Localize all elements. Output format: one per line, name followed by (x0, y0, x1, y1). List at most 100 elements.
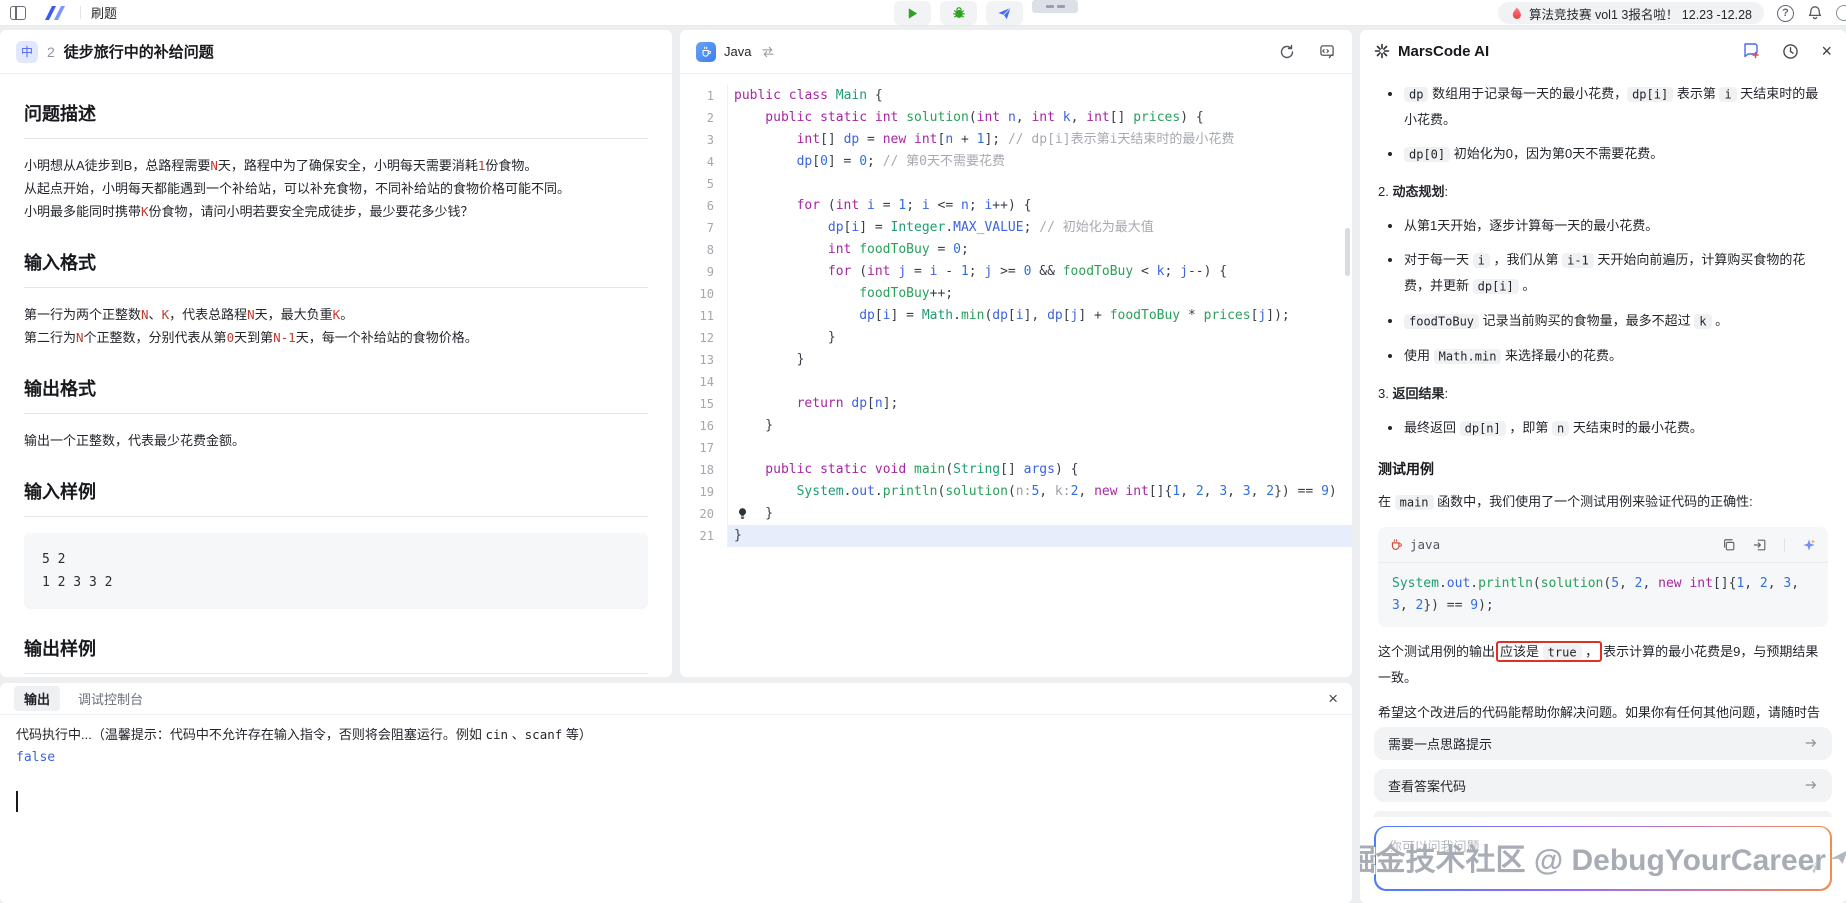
quickfix-bulb-icon[interactable] (736, 506, 749, 525)
language-tab-label[interactable]: Java (724, 44, 751, 59)
ai-bullet-item: dp 数组用于记录每一天的最小花费，dp[i] 表示第 i 天结束时的最小花费。 (1378, 81, 1828, 132)
insert-code-icon[interactable] (1753, 538, 1767, 552)
marscode-logo-icon[interactable] (42, 5, 68, 21)
inline-code: K (141, 204, 149, 219)
code-line[interactable]: 15return dp[n]; (680, 393, 1352, 415)
problem-title: 徒步旅行中的补给问题 (64, 41, 214, 62)
code-line[interactable]: 14 (680, 371, 1352, 393)
suggestion-pill[interactable]: 查看答案代码 (1374, 769, 1832, 802)
inline-code: dp (1404, 87, 1428, 102)
inline-code: n (1552, 421, 1569, 436)
new-chat-icon[interactable] (1742, 42, 1760, 60)
ai-header: MarsCode AI × (1360, 30, 1846, 72)
code-line[interactable]: 8int foodToBuy = 0; (680, 239, 1352, 261)
code-line[interactable]: 5 (680, 173, 1352, 195)
history-icon[interactable] (1782, 43, 1799, 60)
ai-bullet-item: 使用 Math.min 来选择最小的花费。 (1378, 343, 1828, 369)
ai-suggestions: 需要一点思路提示查看答案代码 (1374, 727, 1832, 802)
ai-numbered-item: 3. 返回结果: (1378, 382, 1828, 406)
reset-code-icon[interactable] (1279, 44, 1295, 60)
ai-bullet-item: 最终返回 dp[n] ，即第 n 天结束时的最小花费。 (1378, 415, 1828, 441)
format-code-icon[interactable] (1319, 44, 1336, 59)
inline-code: k (1694, 314, 1711, 329)
console-close-icon[interactable]: × (1328, 690, 1338, 707)
inline-code: cin (485, 727, 508, 742)
contest-banner[interactable]: 算法竞技赛 vol1 3报名啦！ 12.23 -12.28 (1498, 2, 1764, 24)
console-tabs: 输出 调试控制台 × (0, 683, 1352, 715)
ai-bullet-item: dp[0] 初始化为0，因为第0天不需要花费。 (1378, 141, 1828, 167)
arrow-right-icon (1804, 736, 1818, 750)
code-line[interactable]: 7dp[i] = Integer.MAX_VALUE; // 初始化为最大值 (680, 217, 1352, 239)
code-line[interactable]: 12} (680, 327, 1352, 349)
code-line[interactable]: 4dp[0] = 0; // 第0天不需要花费 (680, 151, 1352, 173)
code-lines[interactable]: 1public class Main {2public static int s… (680, 74, 1352, 676)
suggestion-pill-partial[interactable] (1374, 811, 1832, 817)
code-line[interactable]: 10foodToBuy++; (680, 283, 1352, 305)
inline-code: i-1 (1562, 253, 1594, 268)
code-line[interactable]: 20} (680, 503, 1352, 525)
arrow-right-icon (1804, 778, 1818, 792)
ai-paragraph: 在 main 函数中，我们使用了一个测试用例来验证代码的正确性: (1378, 489, 1828, 515)
suggestion-pill[interactable]: 需要一点思路提示 (1374, 727, 1832, 760)
section-heading: 问题描述 (24, 90, 648, 139)
inline-code: 1 (478, 158, 486, 173)
code-line[interactable]: 3int[] dp = new int[n + 1]; // dp[i]表示第i… (680, 129, 1352, 151)
tab-output[interactable]: 输出 (14, 686, 60, 711)
run-button[interactable] (894, 1, 931, 25)
ai-chat-input[interactable]: 你可以问我问题 (1376, 827, 1831, 889)
paper-plane-icon (997, 6, 1012, 21)
inline-code: foodToBuy (1404, 314, 1479, 329)
submit-button[interactable] (986, 1, 1023, 25)
code-line[interactable]: 17 (680, 437, 1352, 459)
problem-panel: 中 2 徒步旅行中的补给问题 问题描述小明想从A徒步到B，总路程需要N天，路程中… (0, 30, 672, 677)
inline-code: true (1543, 645, 1582, 660)
ai-messages: dp 数组用于记录每一天的最小花费，dp[i] 表示第 i 天结束时的最小花费。… (1360, 72, 1846, 721)
ai-code-content: System.out.println(solution(5, 2, new in… (1378, 563, 1828, 627)
editor-scrollbar[interactable] (1345, 228, 1350, 276)
problem-title-row: 中 2 徒步旅行中的补给问题 (0, 30, 672, 74)
problem-sections: 问题描述小明想从A徒步到B，总路程需要N天，路程中为了确保安全，小明每天需要消耗… (0, 74, 672, 675)
code-line[interactable]: 9for (int j = i - 1; j >= 0 && foodToBuy… (680, 261, 1352, 283)
sparkle-action-icon[interactable] (1802, 538, 1816, 552)
inline-code: i (1473, 253, 1490, 268)
code-line[interactable]: 11dp[i] = Math.min(dp[i], dp[j] + foodTo… (680, 305, 1352, 327)
problem-number: 2 (47, 44, 55, 60)
console-text-cursor[interactable] (16, 791, 18, 812)
code-line[interactable]: 2public static int solution(int n, int k… (680, 107, 1352, 129)
code-line[interactable]: 6for (int i = 1; i <= n; i++) { (680, 195, 1352, 217)
fire-icon (1510, 6, 1523, 21)
inline-code: scanf (525, 727, 563, 742)
nav-shuati[interactable]: 刷题 (91, 3, 117, 22)
suggestion-label: 需要一点思路提示 (1388, 734, 1492, 753)
code-line[interactable]: 13} (680, 349, 1352, 371)
code-language-label: java (1410, 537, 1440, 552)
topbar-right: 算法竞技赛 vol1 3报名啦！ 12.23 -12.28 ? (1498, 0, 1842, 26)
code-line[interactable]: 19System.out.println(solution(n:5, k:2, … (680, 481, 1352, 503)
inline-code: 0 (227, 330, 235, 345)
topbar: 刷题 算法竞技赛 vol1 3报名啦！ 12.23 -12.28 ? (0, 0, 1846, 26)
inline-code: dp[i] (1627, 87, 1673, 102)
section-heading: 输入样例 (24, 468, 648, 517)
copy-code-icon[interactable] (1722, 538, 1736, 552)
code-line[interactable]: 16} (680, 415, 1352, 437)
inline-code: K (162, 307, 170, 322)
code-line[interactable]: 21} (680, 525, 1352, 547)
send-message-icon[interactable] (1803, 859, 1820, 881)
play-icon (906, 7, 919, 20)
code-line[interactable]: 1public class Main { (680, 85, 1352, 107)
code-line[interactable]: 18public static void main(String[] args)… (680, 459, 1352, 481)
section-paragraphs: 第一行为两个正整数N、K，代表总路程N天，最大负重K。第二行为N个正整数，分别代… (24, 303, 648, 349)
ai-paragraph: 这个测试用例的输出应该是 true ，表示计算的最小花费是9，与预期结果一致。 (1378, 639, 1828, 690)
ai-bottom-area: 需要一点思路提示查看答案代码 你可以问我问题 掘金技术社区 @ DebugYou… (1360, 721, 1846, 903)
bell-icon[interactable] (1807, 5, 1823, 21)
help-icon[interactable]: ? (1777, 5, 1794, 22)
switch-language-icon[interactable] (761, 46, 775, 58)
sample-input-block: 5 21 2 3 3 2 (24, 533, 648, 609)
ai-close-icon[interactable]: × (1821, 42, 1832, 60)
run-controls (894, 1, 1023, 25)
avatar-partial[interactable] (1836, 5, 1846, 21)
debug-button[interactable] (940, 1, 977, 25)
ai-input-placeholder: 你可以问我问题 (1389, 836, 1480, 855)
tab-debug-console[interactable]: 调试控制台 (78, 689, 143, 708)
sidebar-toggle-icon[interactable] (10, 6, 26, 20)
